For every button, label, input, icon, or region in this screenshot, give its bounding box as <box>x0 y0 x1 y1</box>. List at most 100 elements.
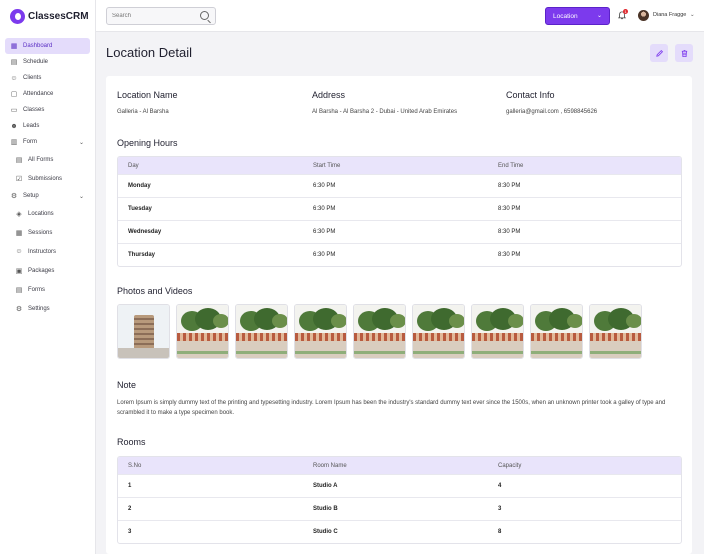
table-header: Day Start Time End Time <box>118 157 681 174</box>
opening-hours-heading: Opening Hours <box>117 138 178 148</box>
sidebar-item-label: Sessions <box>28 229 53 236</box>
app-name: ClassesCRM <box>28 10 89 22</box>
sidebar-item-classes[interactable]: ▭ Classes <box>5 102 90 118</box>
table-row: 1 Studio A 4 <box>118 474 681 497</box>
top-header: Location ⌄ 1 Diana Fragge ⌄ <box>96 0 704 32</box>
table-row: 3 Studio C 8 <box>118 520 681 543</box>
day-cell: Tuesday <box>128 206 152 212</box>
sidebar-item-locations[interactable]: ◈ Locations <box>5 204 90 223</box>
sidebar-item-label: Submissions <box>28 175 63 182</box>
app-logo[interactable]: ClassesCRM <box>0 0 95 32</box>
sidebar-item-label: Setup <box>23 193 39 199</box>
instructor-icon: ☺ <box>15 248 23 255</box>
delete-button[interactable] <box>675 44 693 62</box>
capacity-cell: 8 <box>498 529 502 535</box>
start-time-cell: 6:30 PM <box>313 206 336 212</box>
sidebar-item-label: Settings <box>28 305 50 312</box>
note-heading: Note <box>117 380 137 390</box>
sidebar-item-label: Dashboard <box>23 43 53 49</box>
opening-hours-table: Day Start Time End Time Monday 6:30 PM 8… <box>117 156 682 267</box>
sidebar-item-sessions[interactable]: ▦ Sessions <box>5 223 90 242</box>
table-row: Tuesday 6:30 PM 8:30 PM <box>118 197 681 220</box>
media-gallery <box>117 304 648 359</box>
sidebar-item-all-forms[interactable]: ▤ All Forms <box>5 150 90 169</box>
end-time-cell: 8:30 PM <box>498 229 521 235</box>
book-icon: ▭ <box>10 107 18 114</box>
sidebar-item-label: All Forms <box>28 156 54 163</box>
edit-button[interactable] <box>650 44 668 62</box>
location-icon: ◈ <box>16 210 22 218</box>
table-row: 2 Studio B 3 <box>118 497 681 520</box>
address-value: Al Barsha - Al Barsha 2 - Dubai - United… <box>312 109 458 115</box>
photos-videos-heading: Photos and Videos <box>117 286 193 296</box>
sidebar-item-form[interactable]: ▥ Form ⌄ <box>5 134 90 150</box>
location-select-label: Location <box>553 12 578 20</box>
sidebar-item-label: Packages <box>28 267 55 274</box>
capacity-cell: 4 <box>498 483 502 489</box>
sno-cell: 1 <box>128 483 132 489</box>
photo-thumbnail[interactable] <box>530 304 583 359</box>
sidebar-item-label: Form <box>23 139 37 145</box>
end-time-cell: 8:30 PM <box>498 183 521 189</box>
check-icon: ☑ <box>15 175 23 183</box>
photo-thumbnail[interactable] <box>235 304 288 359</box>
sidebar-item-dashboard[interactable]: ▦ Dashboard <box>5 38 90 54</box>
grid-icon: ▦ <box>10 43 18 50</box>
location-name-heading: Location Name <box>117 90 178 100</box>
user-name[interactable]: Diana Fragge <box>653 12 686 18</box>
table-row: Thursday 6:30 PM 8:30 PM <box>118 243 681 266</box>
sidebar-item-schedule[interactable]: ▤ Schedule <box>5 54 90 70</box>
user-icon: ☻ <box>10 122 18 130</box>
sidebar-item-leads[interactable]: ☻ Leads <box>5 118 90 134</box>
sidebar-item-label: Schedule <box>23 59 49 65</box>
forms-icon: ▤ <box>15 286 23 294</box>
column-header-start-time: Start Time <box>313 162 341 169</box>
day-cell: Thursday <box>128 252 156 258</box>
sidebar-item-instructors[interactable]: ☺ Instructors <box>5 242 90 261</box>
start-time-cell: 6:30 PM <box>313 252 336 258</box>
photo-thumbnail[interactable] <box>412 304 465 359</box>
sessions-icon: ▦ <box>15 229 23 237</box>
sidebar-item-settings[interactable]: ⚙ Settings <box>5 299 90 318</box>
sidebar-item-submissions[interactable]: ☑ Submissions <box>5 169 90 188</box>
contact-heading: Contact Info <box>506 90 555 100</box>
form-icon: ▥ <box>10 139 18 146</box>
logo-icon <box>10 8 25 24</box>
rooms-table: S.No Room Name Capacity 1 Studio A 4 2 S… <box>117 456 682 544</box>
photo-thumbnail[interactable] <box>117 304 170 359</box>
room-name-cell: Studio A <box>313 483 338 489</box>
sidebar-item-label: Forms <box>28 286 45 293</box>
trash-icon <box>681 49 687 57</box>
photo-thumbnail[interactable] <box>589 304 642 359</box>
table-row: Wednesday 6:30 PM 8:30 PM <box>118 220 681 243</box>
setup-icon: ⚙ <box>10 193 18 200</box>
sidebar-item-forms[interactable]: ▤ Forms <box>5 280 90 299</box>
end-time-cell: 8:30 PM <box>498 252 521 258</box>
contact-value: galleria@gmail.com , 6598845626 <box>506 109 598 115</box>
chevron-down-icon[interactable]: ⌄ <box>690 12 695 18</box>
package-icon: ▣ <box>15 267 23 275</box>
search-box[interactable] <box>106 7 216 25</box>
photo-thumbnail[interactable] <box>294 304 347 359</box>
sidebar-item-label: Clients <box>23 75 42 81</box>
photo-thumbnail[interactable] <box>353 304 406 359</box>
search-input[interactable] <box>112 13 202 19</box>
day-cell: Wednesday <box>128 229 162 235</box>
users-icon: ☺ <box>10 74 18 82</box>
sidebar-item-clients[interactable]: ☺ Clients <box>5 70 90 86</box>
photo-thumbnail[interactable] <box>471 304 524 359</box>
avatar[interactable] <box>638 10 649 21</box>
sidebar-item-packages[interactable]: ▣ Packages <box>5 261 90 280</box>
photo-thumbnail[interactable] <box>176 304 229 359</box>
sidebar-item-label: Locations <box>28 210 54 217</box>
column-header-end-time: End Time <box>498 162 524 169</box>
address-heading: Address <box>312 90 346 100</box>
sidebar-item-label: Attendance <box>23 91 54 97</box>
search-icon[interactable] <box>200 11 209 20</box>
location-select[interactable]: Location ⌄ <box>545 7 610 25</box>
table-header: S.No Room Name Capacity <box>118 457 681 474</box>
pencil-icon <box>655 49 663 57</box>
note-text: Lorem Ipsum is simply dummy text of the … <box>117 400 666 416</box>
sidebar-item-setup[interactable]: ⚙ Setup ⌄ <box>5 188 90 204</box>
sidebar-item-attendance[interactable]: ▢ Attendance <box>5 86 90 102</box>
